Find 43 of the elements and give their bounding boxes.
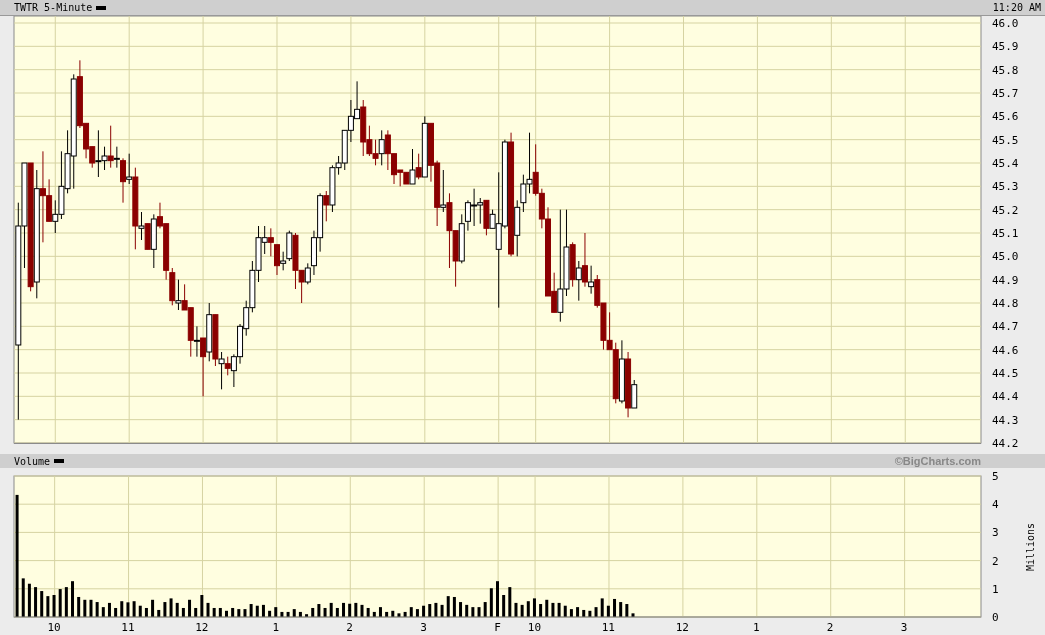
axis-label: 11 xyxy=(601,621,615,634)
axis-label: 44.5 xyxy=(992,367,1019,380)
axis-label: 11 xyxy=(121,621,135,634)
axis-label: 44.8 xyxy=(992,297,1019,310)
axis-label: 1 xyxy=(272,621,280,634)
axis-label: 10 xyxy=(527,621,542,634)
axis-label: 4 xyxy=(992,498,999,512)
axis-label: 45.9 xyxy=(992,40,1019,54)
chart-title: TWTR 5-Minute xyxy=(14,1,93,15)
axis-label: 1 xyxy=(752,621,760,634)
axis-label: 3 xyxy=(900,621,908,634)
axis-label: 45.2 xyxy=(992,203,1019,217)
axis-label: 45.5 xyxy=(992,133,1019,147)
axis-label: 45.8 xyxy=(992,63,1019,77)
axis-label: 45.3 xyxy=(992,180,1019,194)
axis-label: 45.7 xyxy=(992,87,1019,100)
axis-label: 44.6 xyxy=(992,343,1019,357)
axis-label: 2 xyxy=(826,621,834,634)
time-label: 11:20 AM xyxy=(992,1,1041,15)
volume-title: Volume xyxy=(14,454,51,469)
axis-label: 44.7 xyxy=(992,320,1019,334)
axis-label: 45.1 xyxy=(992,227,1019,240)
axis-label: 46.0 xyxy=(992,17,1019,30)
axis-label: 45.0 xyxy=(992,250,1019,264)
axis-label: 0 xyxy=(992,611,999,624)
axis-label: 5 xyxy=(992,470,999,483)
axis-label: 12 xyxy=(195,621,209,634)
axis-label: 44.4 xyxy=(992,390,1019,404)
credit-label: ©BigCharts.com xyxy=(894,453,981,469)
axis-label: 12 xyxy=(675,621,689,634)
axis-label: 10 xyxy=(47,621,61,634)
axis-label: 44.9 xyxy=(992,273,1019,287)
axis-label: 2 xyxy=(992,554,999,568)
axis-label: 44.2 xyxy=(992,437,1019,450)
axis-label: 45.4 xyxy=(992,157,1019,170)
axis-label: 44.3 xyxy=(992,413,1019,427)
axis-label: 3 xyxy=(992,526,999,540)
axis-label: 2 xyxy=(346,621,353,634)
axis-title: Millions xyxy=(1025,522,1036,572)
axis-label: 45.6 xyxy=(992,110,1019,124)
axis-label: 3 xyxy=(420,621,427,634)
axis-label: F xyxy=(494,621,501,634)
axis-label: 1 xyxy=(992,582,999,596)
